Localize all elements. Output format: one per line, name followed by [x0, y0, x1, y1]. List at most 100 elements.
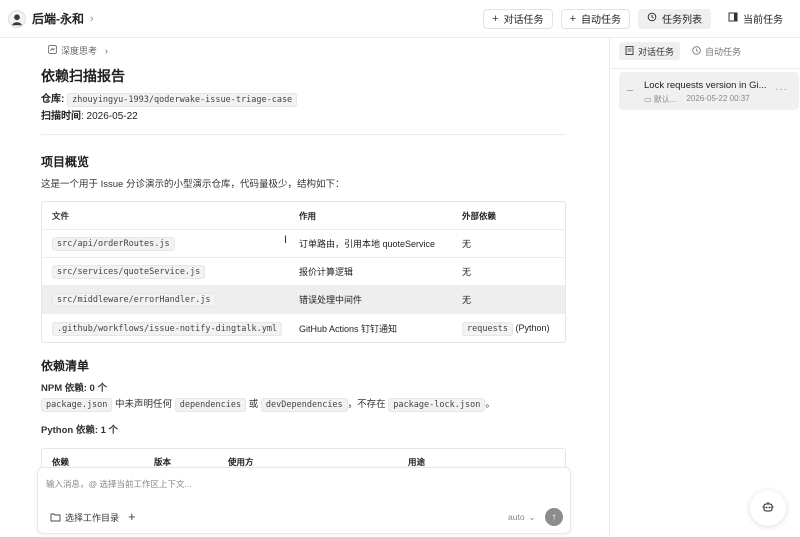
file-dep: 无 [462, 239, 472, 249]
scan-time-line: 扫描时间: 2026-05-22 [41, 107, 138, 122]
chevron-right-icon: › [105, 45, 109, 56]
model-selector[interactable]: auto ⌄ [508, 512, 536, 523]
new-chat-task-label: 对话任务 [503, 15, 544, 26]
chevron-down-icon: ⌄ [528, 512, 536, 522]
more-options-icon[interactable]: ··· [775, 84, 788, 95]
avatar-icon [9, 10, 25, 27]
project-title[interactable]: 后端-永和 [32, 10, 84, 27]
tab-auto-tasks[interactable]: 自动任务 [686, 42, 747, 60]
current-task-label: 当前任务 [743, 15, 783, 26]
model-value: auto [508, 512, 525, 522]
npm-text-part: 。 [485, 399, 495, 410]
scan-time-label: 扫描时间 [41, 111, 81, 122]
new-auto-task-button[interactable]: + 自动任务 [560, 8, 630, 29]
message-composer: 输入消息，@ 选择当前工作区上下文... 选择工作目录 + auto ⌄ ↑ [37, 467, 571, 534]
divider [41, 134, 566, 135]
table-row: src/services/quoteService.js 报价计算逻辑 无 [42, 258, 565, 286]
new-chat-task-button[interactable]: + 对话任务 [483, 8, 553, 29]
current-task-button[interactable]: 当前任务 [719, 8, 792, 29]
clock-icon [692, 45, 701, 57]
task-list-label: 任务列表 [662, 15, 702, 26]
repo-value: zhouyingyu-1993/qoderwake-issue-triage-c… [67, 93, 298, 107]
table-row: src/middleware/errorHandler.js 错误处理中间件 无 [42, 286, 565, 314]
tab-label: 自动任务 [705, 46, 742, 57]
header-actions: + 对话任务 + 自动任务 任务列表 当前任务 [483, 8, 792, 29]
text-cursor-icon: I [284, 234, 288, 246]
send-button[interactable]: ↑ [545, 508, 563, 526]
add-attachment-button[interactable]: + [128, 509, 136, 524]
task-workspace: ▭ 默认... [644, 94, 676, 105]
workspace-label: 默认... [653, 95, 677, 104]
code-snippet: dependencies [174, 398, 247, 412]
python-heading: Python 依赖: 1 个 [41, 425, 119, 436]
npm-text-part: ，不存在 [347, 399, 389, 410]
task-title: Lock requests version in Gi... [644, 80, 767, 91]
table-header-row: 文件 作用 外部依赖 [42, 202, 565, 230]
message-input[interactable]: 输入消息，@ 选择当前工作区上下文... [46, 478, 192, 490]
file-dep: 无 [462, 295, 472, 305]
panel-icon [728, 12, 738, 25]
folder-icon: ▭ [644, 95, 652, 104]
code-snippet: package.json [41, 398, 113, 412]
file-role: 错误处理中间件 [299, 295, 363, 305]
file-role: 订单路由，引用本地 quoteService [299, 239, 436, 249]
file-dep: requests (Python) [452, 321, 565, 336]
repo-line: 仓库: zhouyingyu-1993/qoderwake-issue-tria… [41, 90, 298, 107]
task-list-item[interactable]: Lock requests version in Gi... ▭ 默认... 2… [619, 72, 799, 110]
npm-text-part: 中未声明任何 [112, 399, 175, 410]
deep-thinking-toggle[interactable]: 深度思考 › [48, 44, 108, 57]
file-path: src/services/quoteService.js [52, 265, 206, 279]
file-path: src/middleware/errorHandler.js [52, 293, 216, 307]
file-dep: 无 [462, 267, 472, 277]
file-path: .github/workflows/issue-notify-dingtalk.… [52, 321, 283, 336]
avatar[interactable] [8, 9, 26, 28]
files-table: 文件 作用 外部依赖 src/api/orderRoutes.js 订单路由，引… [41, 201, 566, 343]
npm-heading: NPM 依赖: 0 个 [41, 383, 107, 394]
tab-label: 对话任务 [638, 46, 675, 57]
file-path: src/api/orderRoutes.js [52, 237, 175, 251]
deps-heading: 依赖清单 [41, 359, 90, 373]
overview-heading: 项目概览 [41, 155, 90, 169]
report-title: 依赖扫描报告 [41, 68, 125, 84]
repo-label: 仓库: [41, 94, 65, 105]
file-role: GitHub Actions 钉钉通知 [299, 323, 398, 334]
plus-icon: + [492, 12, 499, 25]
task-time: 2026-05-22 00:37 [686, 94, 750, 103]
npm-text: package.json 中未声明任何 dependencies 或 devDe… [41, 396, 495, 412]
scan-time-value: : 2026-05-22 [81, 111, 138, 122]
tab-chat-tasks[interactable]: 对话任务 [619, 42, 681, 60]
new-auto-task-label: 自动任务 [581, 15, 621, 26]
npm-text-part: 或 [246, 399, 261, 410]
main-panel: 深度思考 › 依赖扫描报告 仓库: zhouyingyu-1993/qoderw… [0, 38, 610, 537]
task-list-button[interactable]: 任务列表 [638, 8, 711, 29]
folder-icon [50, 512, 61, 524]
select-directory-label: 选择工作目录 [65, 513, 120, 523]
top-header: 后端-永和 › + 对话任务 + 自动任务 任务列表 当前任务 [0, 0, 800, 38]
select-directory-button[interactable]: 选择工作目录 [50, 511, 119, 524]
table-header-cell: 作用 [299, 210, 317, 221]
dep-code: requests [462, 321, 513, 336]
table-header-cell: 外部依赖 [462, 210, 497, 221]
thinking-label: 深度思考 [61, 46, 98, 56]
code-snippet: package-lock.json [388, 398, 486, 412]
sidebar-tabs: 对话任务 自动任务 [619, 42, 747, 60]
table-row: .github/workflows/issue-notify-dingtalk.… [42, 314, 565, 342]
history-icon [647, 12, 657, 25]
file-role: 报价计算逻辑 [299, 267, 354, 277]
divider [611, 68, 800, 69]
table-header-cell: 文件 [52, 210, 70, 221]
task-meta: ▭ 默认... 2026-05-22 00:37 [644, 94, 750, 105]
status-indicator [627, 90, 633, 91]
document-icon [625, 45, 634, 57]
arrow-up-icon: ↑ [551, 511, 557, 523]
overview-text: 这是一个用于 Issue 分诊演示的小型演示仓库，代码量极少，结构如下： [41, 179, 345, 190]
task-sidebar: 对话任务 自动任务 Lock requests version in Gi...… [611, 38, 800, 537]
code-snippet: devDependencies [260, 398, 348, 412]
thinking-icon [48, 45, 57, 56]
chevron-right-icon[interactable]: › [90, 13, 94, 25]
assistant-fab-button[interactable] [750, 490, 786, 526]
dep-suffix: (Python) [512, 322, 550, 333]
bot-icon [761, 500, 775, 517]
table-row: src/api/orderRoutes.js 订单路由，引用本地 quoteSe… [42, 230, 565, 258]
plus-icon: + [569, 12, 576, 25]
